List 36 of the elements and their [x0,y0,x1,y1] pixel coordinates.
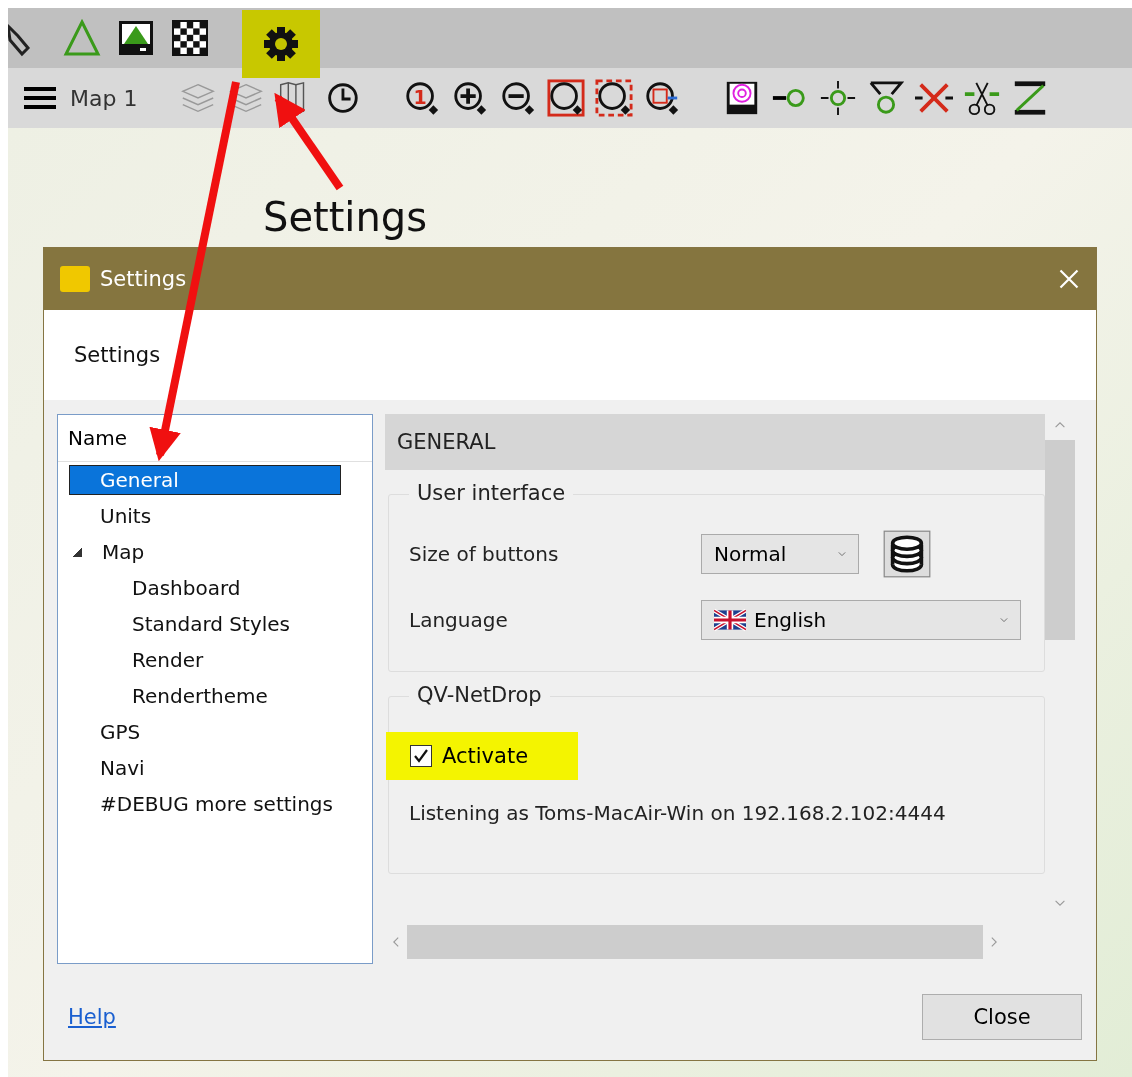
checkbox-option[interactable]: Activate [386,732,579,780]
map-name[interactable]: Map 1 [70,85,138,111]
tree-item[interactable]: Units [94,502,158,530]
size-dropdown[interactable]: Normal [701,534,859,574]
field-label: Language [409,608,509,632]
tree-item[interactable]: Rendertheme [126,682,274,710]
checkbox[interactable] [410,745,432,767]
group-title: QV-NetDrop [409,683,550,707]
zoom-selection-icon[interactable] [595,79,634,117]
status-text: Listening as Toms-MacAir-Win on 192.168.2.102:4444 [409,801,946,825]
tree-item[interactable]: #DEBUG more settings [94,790,339,818]
tree-item[interactable]: Map [96,538,151,566]
tree-item[interactable]: Render [126,646,210,674]
tree-item[interactable]: Standard Styles [126,610,296,638]
settings-button[interactable] [242,10,320,78]
help-link[interactable]: Help [68,1005,116,1029]
database-icon[interactable] [883,530,931,578]
tree-item[interactable]: General [70,466,340,494]
annotation-label: Settings [263,194,428,240]
filter-point-icon[interactable] [867,79,906,117]
dialog-heading: Settings [74,343,161,367]
zoom-extent-icon[interactable] [547,79,586,117]
field-label: Size of buttons [409,542,560,566]
tree-item[interactable]: GPS [94,718,147,746]
close-button[interactable]: Close [922,994,1082,1040]
move-point-icon[interactable] [819,79,858,117]
image-file-icon[interactable] [116,18,156,58]
column-header[interactable]: Name [68,426,127,450]
checkerboard-icon[interactable] [170,18,210,58]
tree-item[interactable]: Navi [94,754,151,782]
app-logo-icon [60,266,90,292]
section-header: GENERAL [385,414,1045,470]
language-dropdown[interactable]: English [701,600,1021,640]
tree-item[interactable]: Dashboard [126,574,247,602]
settings-icon [261,24,301,64]
window-title: Settings [100,267,188,291]
